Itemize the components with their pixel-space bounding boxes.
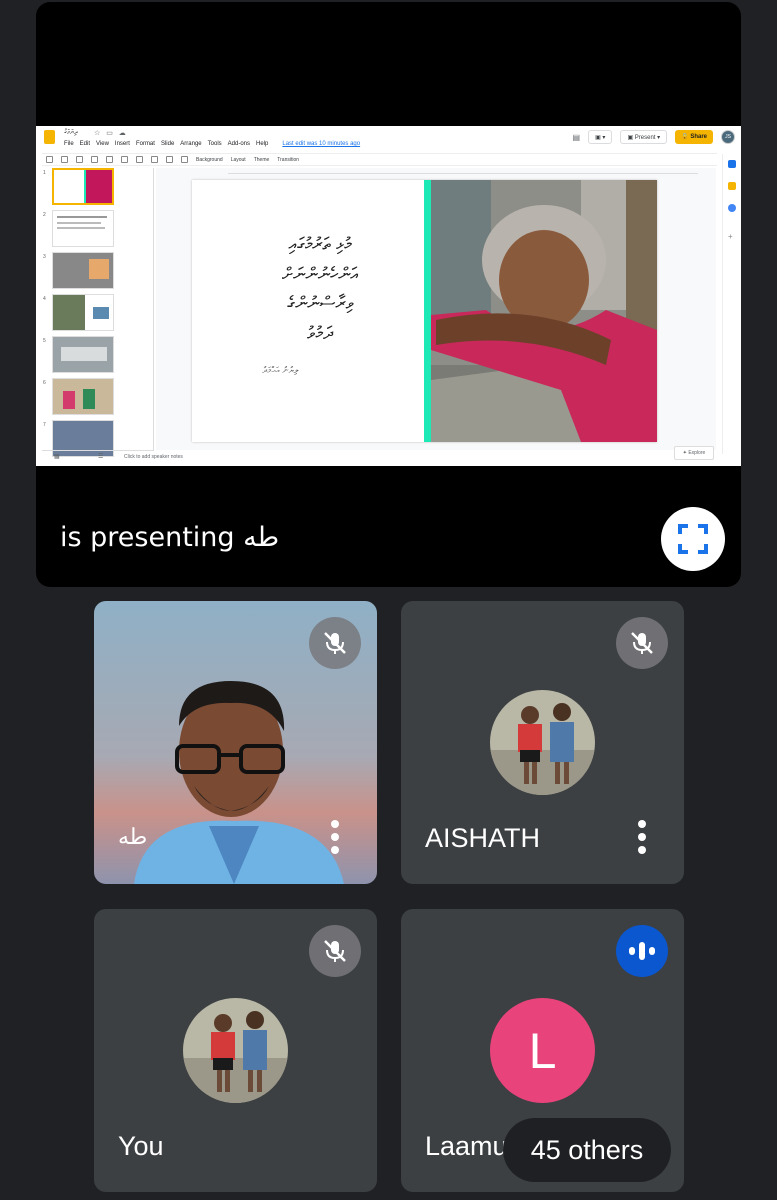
calendar-icon (728, 160, 736, 168)
mic-off-icon (616, 617, 668, 669)
menu-tools: Tools (207, 141, 222, 147)
image-icon (151, 156, 158, 163)
ruler (228, 168, 698, 174)
slide-num: 4 (43, 296, 46, 302)
speaker-notes: Click to add speaker notes (124, 454, 183, 460)
slides-toolbar: Background Layout Theme Transition (42, 153, 717, 166)
menu-insert: Insert (114, 141, 130, 147)
slide-num: 6 (43, 380, 46, 386)
grid-view-icon: ▦ (54, 454, 60, 460)
zoom-icon (106, 156, 113, 163)
add-addon-icon: + (728, 232, 733, 241)
toolbar-background: Background (196, 156, 223, 163)
slide-num: 1 (43, 170, 46, 176)
tasks-icon (728, 204, 736, 212)
toolbar-transition: Transition (277, 156, 300, 163)
slide-canvas: މުޅި ތަރުމުގައި އަންހެނުންނަށް ވިރާސްނުނ… (156, 168, 716, 450)
mic-off-icon (309, 925, 361, 977)
participant-name: You (118, 1131, 164, 1161)
slide-accent-stripe (424, 180, 431, 442)
slides-title-bar: ދިޔަމަގު ☆ ▭ ☁ File Edit View Insert For… (36, 126, 741, 147)
participant-name: AISHATH (425, 823, 541, 853)
fullscreen-icon (678, 524, 708, 554)
participant-tile-presenter[interactable]: طه (94, 601, 377, 884)
slide-thumb-6 (52, 378, 114, 415)
avatar: L (490, 998, 595, 1103)
slide-num: 5 (43, 338, 46, 344)
menu-arrange: Arrange (180, 141, 202, 147)
slide-num: 2 (43, 212, 46, 218)
share-button: 🔒 Share (675, 130, 713, 144)
slide-num: 3 (43, 254, 46, 260)
meet-icon: ▣ ▾ (588, 130, 613, 144)
toolbar-theme: Theme (253, 156, 270, 163)
more-options-button[interactable] (331, 820, 339, 854)
comment-icon: ▤ (572, 132, 581, 142)
list-view-icon: ☰ (98, 454, 104, 460)
fullscreen-button[interactable] (661, 507, 725, 571)
menu-help: Help (256, 141, 269, 147)
last-edit-link: Last edit was 10 minutes ago (282, 141, 361, 147)
line-icon (181, 156, 188, 163)
redo-icon (76, 156, 83, 163)
slide-title-text: މުޅި ތަރުމުގައި އަންހެނުންނަށް ވިރާސްނުނ… (281, 234, 359, 345)
print-icon (91, 156, 98, 163)
top-right-controls: ▤ ▣ ▾ ▣ Present ▾ 🔒 Share JS (573, 130, 735, 144)
presentation-tile[interactable]: ދިޔަމަގު ☆ ▭ ☁ File Edit View Insert For… (36, 2, 741, 587)
slide-thumb-3 (52, 252, 114, 289)
menu-slide: Slide (160, 141, 175, 147)
menu-edit: Edit (79, 141, 91, 147)
select-icon (121, 156, 128, 163)
shared-screen: ދިޔަމަގު ☆ ▭ ☁ File Edit View Insert For… (36, 126, 741, 466)
keep-icon (728, 182, 736, 190)
menu-file: File (64, 141, 74, 147)
slide-thumb-1 (52, 168, 114, 205)
current-slide: މުޅި ތަރުމުގައި އަންހެނުންނަށް ވިރާސްނުނ… (192, 180, 657, 442)
menu-view: View (96, 141, 109, 147)
side-panel: + (722, 154, 741, 454)
menu-addons: Add-ons (227, 141, 251, 147)
more-options-button[interactable] (638, 820, 646, 854)
participant-name: طه (118, 824, 148, 849)
elderly-woman-photo (431, 180, 657, 442)
slides-logo-icon (44, 130, 55, 144)
doc-title: ދިޔަމަގު (64, 129, 78, 136)
present-button: ▣ Present ▾ (620, 130, 668, 144)
menu-format: Format (135, 141, 155, 147)
account-avatar: JS (721, 130, 735, 144)
toolbar-layout: Layout (230, 156, 246, 163)
others-count-button[interactable]: 45 others (503, 1118, 671, 1182)
slide-thumb-5 (52, 336, 114, 373)
speaking-indicator-icon (616, 925, 668, 977)
mic-off-icon (309, 617, 361, 669)
slide-num: 7 (43, 422, 46, 428)
slide-filmstrip: 1 2 3 4 5 6 7 (42, 168, 154, 457)
avatar (490, 690, 595, 795)
slide-author: ލިޔުނު އަޙްމަދު (262, 366, 299, 376)
add-icon (46, 156, 53, 163)
star-folder-icons: ☆ ▭ ☁ (94, 130, 128, 137)
participant-tile-you[interactable]: You (94, 909, 377, 1192)
slide-thumb-2 (52, 210, 114, 247)
shape-icon (166, 156, 173, 163)
undo-icon (61, 156, 68, 163)
menubar: File Edit View Insert Format Slide Arran… (64, 141, 360, 147)
slide-thumb-4 (52, 294, 114, 331)
presenter-caption: is presenting طه (60, 522, 280, 553)
explore-button: ✦ Explore (674, 446, 714, 460)
participant-tile-aishath[interactable]: AISHATH (401, 601, 684, 884)
textbox-icon (136, 156, 143, 163)
avatar (183, 998, 288, 1103)
